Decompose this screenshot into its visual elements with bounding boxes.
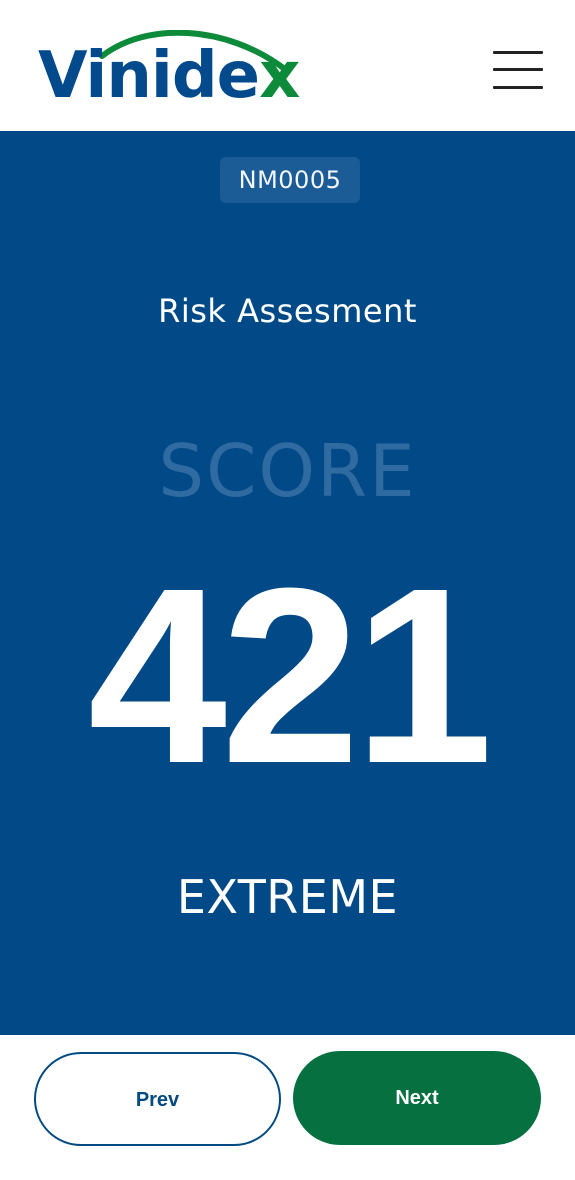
risk-level: EXTREME (176, 870, 399, 924)
app-header: Vinidex (0, 0, 575, 131)
hamburger-menu-icon[interactable] (487, 46, 549, 96)
navigation-footer: Prev Next (0, 1035, 575, 1180)
menu-line (493, 51, 543, 54)
assessment-title: Risk Assesment (158, 292, 417, 330)
logo-wordmark-accent: x (259, 39, 300, 113)
score-value: 421 (87, 536, 493, 815)
assessment-code-badge: NM0005 (220, 157, 360, 203)
next-button[interactable]: Next (293, 1051, 541, 1145)
score-label: SCORE (158, 429, 417, 513)
score-panel: NM0005 Risk Assesment SCORE 421 EXTREME (0, 131, 575, 1035)
menu-line (493, 68, 543, 71)
risk-assessment-screen: Vinidex NM0005 Risk Assesment SCORE 421 … (0, 0, 575, 1180)
logo-wordmark-main: Vinide (38, 39, 260, 113)
logo-wordmark: Vinidex (38, 44, 300, 108)
prev-button[interactable]: Prev (34, 1052, 281, 1146)
vinidex-logo[interactable]: Vinidex (36, 30, 300, 110)
menu-line (493, 86, 543, 89)
